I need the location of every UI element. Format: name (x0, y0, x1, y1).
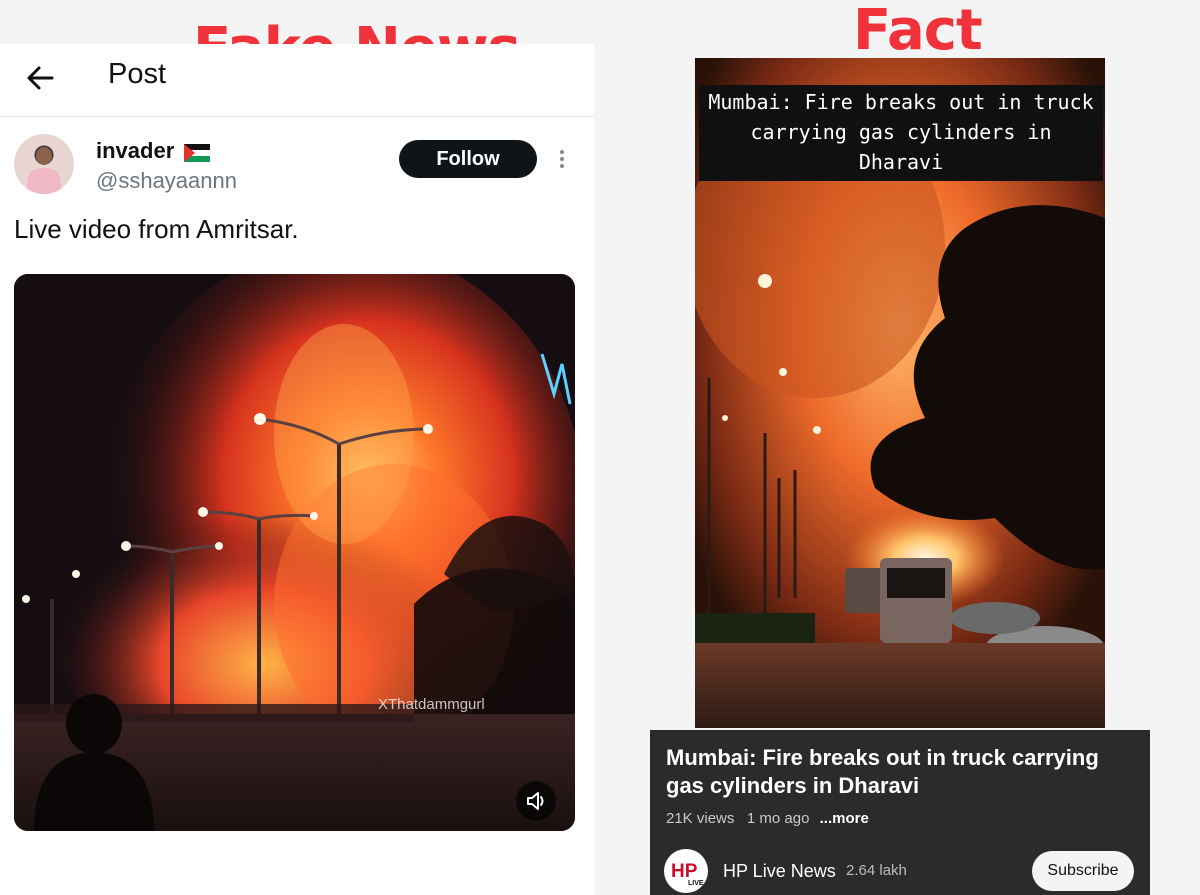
back-arrow-icon[interactable] (22, 60, 58, 96)
channel-logo-subtext: LIVE (688, 880, 704, 887)
volume-icon[interactable] (516, 781, 556, 821)
avatar[interactable] (14, 134, 74, 194)
follow-button[interactable]: Follow (399, 140, 537, 178)
post-text: Live video from Amritsar. (14, 214, 299, 244)
view-count: 21K views (666, 810, 735, 827)
video-meta: 21K views 1 mo ago ...more (666, 810, 869, 827)
video-overlay-caption: Mumbai: Fire breaks out in truck carryin… (699, 85, 1103, 181)
channel-logo[interactable]: HP LIVE (664, 849, 708, 893)
palestine-flag-icon (184, 144, 210, 162)
channel-logo-text: HP (671, 861, 698, 882)
more-link[interactable]: ...more (820, 810, 869, 827)
social-post-panel: Post invader @sshayaannn Follow Live vid… (0, 44, 594, 895)
post-header: Post (0, 44, 594, 117)
more-icon[interactable] (556, 148, 568, 172)
subscribe-button[interactable]: Subscribe (1032, 851, 1134, 891)
fact-label: Fact (853, 0, 983, 63)
channel-name[interactable]: HP Live News (723, 861, 836, 882)
subscriber-count: 2.64 lakh (846, 862, 907, 879)
display-name[interactable]: invader (96, 138, 174, 164)
upload-age: 1 mo ago (746, 810, 810, 827)
post-video[interactable]: XThatdammgurl (14, 274, 575, 831)
fact-video[interactable]: Mumbai: Fire breaks out in truck carryin… (695, 58, 1105, 728)
page-title: Post (108, 58, 167, 90)
video-info-card: Mumbai: Fire breaks out in truck carryin… (650, 730, 1150, 895)
video-watermark: XThatdammgurl (378, 696, 485, 713)
user-handle[interactable]: @sshayaannn (96, 168, 237, 194)
video-title[interactable]: Mumbai: Fire breaks out in truck carryin… (666, 744, 1136, 800)
